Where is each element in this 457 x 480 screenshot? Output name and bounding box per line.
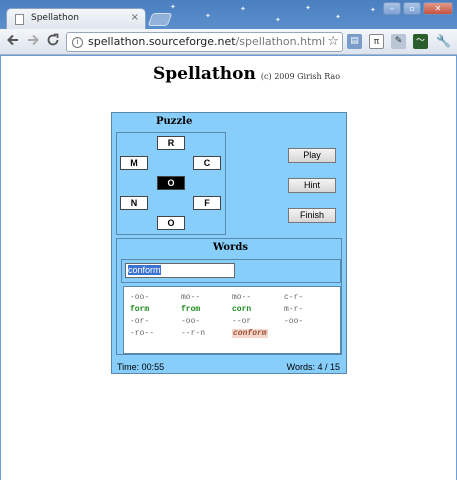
center-letter-tile: O bbox=[157, 176, 185, 190]
page-content: Spellathon (c) 2009 Girish Rao Puzzle R … bbox=[1, 56, 456, 480]
last-found-word: conform bbox=[232, 329, 268, 338]
extension-chart-icon[interactable]: 〜 bbox=[413, 34, 428, 49]
word-list: -oo- mo-- mo-- c-r- form from corn m-r- … bbox=[123, 286, 341, 354]
hint-button[interactable]: Hint bbox=[288, 178, 336, 193]
letter-tile: R bbox=[157, 136, 185, 150]
tab-title: Spellathon bbox=[31, 13, 79, 23]
letter-tile: C bbox=[193, 156, 221, 170]
tab-close-icon[interactable]: × bbox=[131, 12, 139, 23]
word-slot: -oo- bbox=[181, 317, 201, 326]
word-slot: -oo- bbox=[130, 293, 150, 302]
finish-button[interactable]: Finish bbox=[288, 208, 336, 223]
extension-pi-icon[interactable]: π bbox=[369, 34, 384, 49]
letter-tile: N bbox=[120, 196, 148, 210]
address-bar[interactable]: i spellathon.sourceforge.net/spellathon.… bbox=[66, 32, 343, 52]
puzzle-heading: Puzzle bbox=[156, 116, 193, 127]
sparkle-icon: ✦ bbox=[205, 12, 211, 20]
puzzle-grid: R M C O N F O bbox=[116, 132, 226, 235]
title-bar: ✦ ✦ ✦ ✦ ✦ ✦ ✦ Spellathon × – ▫ ✕ bbox=[0, 0, 457, 30]
back-arrow-icon bbox=[7, 34, 18, 46]
found-word: form bbox=[130, 305, 150, 314]
page-heading: Spellathon (c) 2009 Girish Rao bbox=[153, 64, 340, 84]
timer-text: Time: 00:55 bbox=[117, 362, 165, 372]
extension-dropper-icon[interactable]: ✎ bbox=[391, 34, 406, 49]
word-slot: -oo- bbox=[284, 317, 304, 326]
browser-tab[interactable]: Spellathon × bbox=[6, 8, 146, 30]
page-icon bbox=[15, 14, 24, 25]
new-tab-button[interactable] bbox=[147, 13, 173, 26]
word-slot: --or bbox=[232, 317, 252, 326]
sparkle-icon: ✦ bbox=[170, 3, 176, 11]
close-window-button[interactable]: ✕ bbox=[423, 2, 453, 15]
minimize-button[interactable]: – bbox=[383, 2, 401, 15]
window-controls: – ▫ ✕ bbox=[383, 2, 453, 15]
sparkle-icon: ✦ bbox=[275, 16, 281, 24]
sparkle-icon: ✦ bbox=[370, 6, 376, 14]
word-count-text: Words: 4 / 15 bbox=[286, 362, 340, 372]
word-input[interactable]: conform bbox=[125, 263, 235, 278]
word-slot: mo-- bbox=[232, 293, 252, 302]
sparkle-icon: ✦ bbox=[335, 13, 341, 21]
forward-arrow-icon bbox=[28, 34, 39, 46]
reload-icon bbox=[47, 33, 59, 46]
back-button[interactable] bbox=[4, 33, 22, 52]
words-panel: Words conform -oo- mo-- mo-- c-r- form f… bbox=[116, 238, 342, 355]
word-slot: c-r- bbox=[284, 293, 304, 302]
page-credit: (c) 2009 Girish Rao bbox=[260, 72, 341, 81]
wrench-icon[interactable]: 🔧 bbox=[436, 34, 451, 49]
words-heading: Words bbox=[213, 242, 248, 253]
extension-page-icon[interactable]: ▤ bbox=[347, 34, 362, 49]
url-text: spellathon.sourceforge.net/spellathon.ht… bbox=[88, 35, 325, 48]
word-entry-area: conform bbox=[121, 259, 341, 283]
browser-toolbar: i spellathon.sourceforge.net/spellathon.… bbox=[0, 29, 457, 55]
letter-tile: M bbox=[120, 156, 148, 170]
word-slot: mo-- bbox=[181, 293, 201, 302]
browser-window: ✦ ✦ ✦ ✦ ✦ ✦ ✦ Spellathon × – ▫ ✕ i spell… bbox=[0, 0, 457, 480]
word-slot: -ro-- bbox=[130, 329, 155, 338]
site-info-icon[interactable]: i bbox=[72, 37, 83, 48]
word-slot: -or- bbox=[130, 317, 150, 326]
url-host: spellathon.sourceforge.net bbox=[88, 35, 236, 48]
url-path: /spellathon.html bbox=[235, 35, 326, 48]
game-panel: Puzzle R M C O N F O Play Hint Finish Wo… bbox=[111, 112, 347, 374]
page-title: Spellathon bbox=[153, 64, 256, 84]
word-slot: --r-n bbox=[181, 329, 206, 338]
found-word: from bbox=[181, 305, 201, 314]
word-input-value: conform bbox=[128, 265, 161, 275]
letter-tile: F bbox=[193, 196, 221, 210]
reload-button[interactable] bbox=[44, 33, 62, 52]
found-word: corn bbox=[232, 305, 252, 314]
forward-button[interactable] bbox=[24, 33, 42, 52]
letter-tile: O bbox=[157, 216, 185, 230]
bookmark-star-icon[interactable]: ☆ bbox=[327, 34, 339, 49]
word-slot: m-r- bbox=[284, 305, 304, 314]
sparkle-icon: ✦ bbox=[305, 4, 311, 12]
maximize-button[interactable]: ▫ bbox=[403, 2, 421, 15]
sparkle-icon: ✦ bbox=[240, 5, 246, 13]
play-button[interactable]: Play bbox=[288, 148, 336, 163]
